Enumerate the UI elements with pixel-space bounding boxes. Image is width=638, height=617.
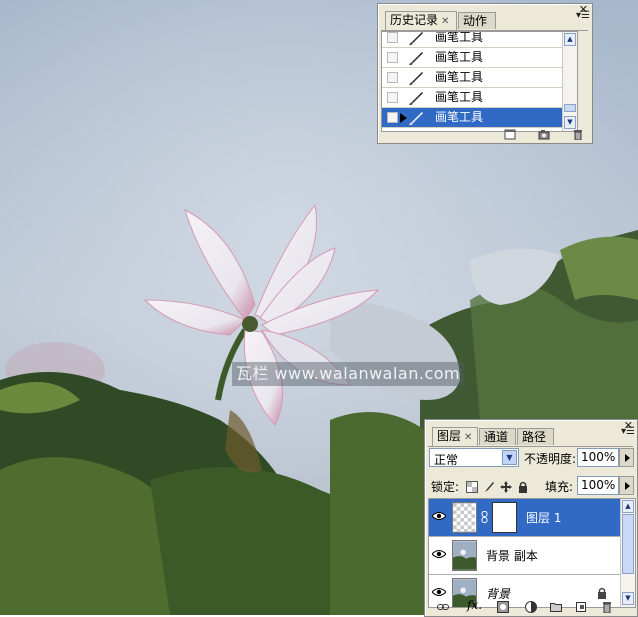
tab-label: 动作	[463, 14, 488, 28]
brush-icon	[409, 112, 423, 125]
layers-panel: ✕ 图层 ✕ 通道 路径 ▾☰ 正常 ▼ 不透明度: 100% 锁定: 填充: 1…	[424, 419, 638, 617]
history-state[interactable]: 画笔工具	[382, 31, 577, 48]
history-state-label: 画笔工具	[435, 70, 484, 84]
tab-label: 通道	[484, 430, 509, 444]
close-tab-icon[interactable]: ✕	[464, 432, 472, 443]
history-panel: ✕ 历史记录 ✕ 动作 ▾☰ 画笔工具 画笔工具 画笔工具 画笔工具 画笔工具 …	[377, 3, 593, 144]
history-panel-tabs: 历史记录 ✕ 动作	[381, 10, 588, 31]
layers-footer: fx.	[429, 598, 633, 614]
layer-lock-icon	[598, 587, 606, 599]
snapshot-source-checkbox[interactable]	[387, 72, 398, 83]
snapshot-source-checkbox[interactable]	[387, 92, 398, 103]
history-footer	[486, 127, 584, 141]
history-state-label: 画笔工具	[435, 90, 484, 104]
history-list: 画笔工具 画笔工具 画笔工具 画笔工具 画笔工具 ▲ ▼	[381, 31, 578, 132]
layer-thumbnail[interactable]	[452, 502, 477, 533]
history-state[interactable]: 画笔工具	[382, 48, 577, 68]
tab-channels[interactable]: 通道	[479, 428, 516, 445]
adjustment-layer-icon[interactable]	[525, 601, 537, 613]
brush-icon	[409, 72, 423, 85]
fill-input[interactable]: 100%	[577, 476, 619, 495]
layer-row[interactable]: 背景 副本	[429, 537, 620, 575]
history-state[interactable]: 画笔工具	[382, 88, 577, 108]
close-tab-icon[interactable]: ✕	[441, 16, 449, 27]
link-layers-icon[interactable]	[437, 601, 449, 613]
brush-icon	[409, 32, 423, 45]
tab-paths[interactable]: 路径	[517, 428, 554, 445]
panel-menu-icon[interactable]: ▾☰	[576, 10, 590, 21]
mask-link-icon[interactable]	[481, 511, 488, 523]
new-group-icon[interactable]	[550, 601, 562, 613]
layers-panel-tabs: 图层 ✕ 通道 路径	[428, 426, 633, 447]
lock-label: 锁定:	[431, 480, 460, 494]
visibility-eye-icon[interactable]	[432, 549, 446, 559]
new-layer-icon[interactable]	[575, 601, 587, 613]
layer-name[interactable]: 背景 副本	[486, 537, 538, 575]
layers-list: 图层 1 背景 副本 背景 ▲ ▼	[428, 498, 636, 608]
fill-slider-arrow-icon[interactable]	[619, 476, 634, 495]
history-state-label: 画笔工具	[435, 31, 484, 44]
tab-history[interactable]: 历史记录 ✕	[385, 11, 457, 30]
chevron-down-icon[interactable]: ▼	[502, 450, 517, 465]
layer-mask-thumbnail[interactable]	[492, 502, 517, 533]
layer-name[interactable]: 图层 1	[526, 499, 561, 537]
trash-icon[interactable]	[601, 601, 613, 613]
layer-row-selected[interactable]: 图层 1	[429, 499, 620, 537]
snapshot-camera-icon[interactable]	[538, 129, 550, 140]
add-mask-icon[interactable]	[497, 601, 509, 613]
scroll-thumb[interactable]	[622, 514, 634, 574]
lock-transparent-pixels-icon[interactable]	[466, 481, 478, 493]
scroll-thumb[interactable]	[564, 104, 576, 112]
blend-mode-value: 正常	[434, 453, 459, 467]
lock-image-pixels-icon[interactable]	[483, 481, 495, 493]
history-state[interactable]: 画笔工具	[382, 68, 577, 88]
history-state-selected[interactable]: 画笔工具	[382, 108, 577, 128]
history-scrollbar[interactable]: ▲ ▼	[562, 32, 577, 131]
tab-actions[interactable]: 动作	[458, 12, 496, 29]
panel-menu-icon[interactable]: ▾☰	[621, 426, 635, 437]
brush-icon	[409, 52, 423, 65]
fx-icon[interactable]: fx.	[467, 598, 482, 612]
lock-position-icon[interactable]	[500, 481, 512, 493]
tab-label: 图层	[437, 429, 462, 443]
opacity-slider-arrow-icon[interactable]	[619, 448, 634, 467]
new-document-from-state-icon[interactable]	[504, 129, 516, 140]
trash-icon[interactable]	[572, 129, 584, 140]
snapshot-source-checkbox[interactable]	[387, 112, 398, 123]
snapshot-source-checkbox[interactable]	[387, 52, 398, 63]
blend-mode-select[interactable]: 正常 ▼	[429, 448, 519, 467]
scroll-up-icon[interactable]: ▲	[622, 500, 634, 513]
visibility-eye-icon[interactable]	[432, 587, 446, 597]
tab-label: 历史记录	[390, 13, 439, 27]
lock-all-icon[interactable]	[517, 481, 529, 493]
visibility-eye-icon[interactable]	[432, 511, 446, 521]
history-state-label: 画笔工具	[435, 110, 484, 124]
layer-thumbnail[interactable]	[452, 540, 477, 571]
fill-label: 填充:	[545, 480, 574, 494]
history-state-slider-icon[interactable]	[400, 113, 407, 123]
snapshot-source-checkbox[interactable]	[387, 32, 398, 43]
history-state-label: 画笔工具	[435, 50, 484, 64]
opacity-label: 不透明度:	[524, 452, 577, 466]
scroll-up-icon[interactable]: ▲	[564, 33, 576, 46]
tab-layers[interactable]: 图层 ✕	[432, 427, 478, 446]
opacity-input[interactable]: 100%	[577, 448, 619, 467]
layers-scrollbar[interactable]: ▲ ▼	[620, 499, 635, 607]
tab-label: 路径	[522, 430, 547, 444]
brush-icon	[409, 92, 423, 105]
watermark-text: 瓦栏 www.walanwalan.com	[232, 362, 464, 386]
